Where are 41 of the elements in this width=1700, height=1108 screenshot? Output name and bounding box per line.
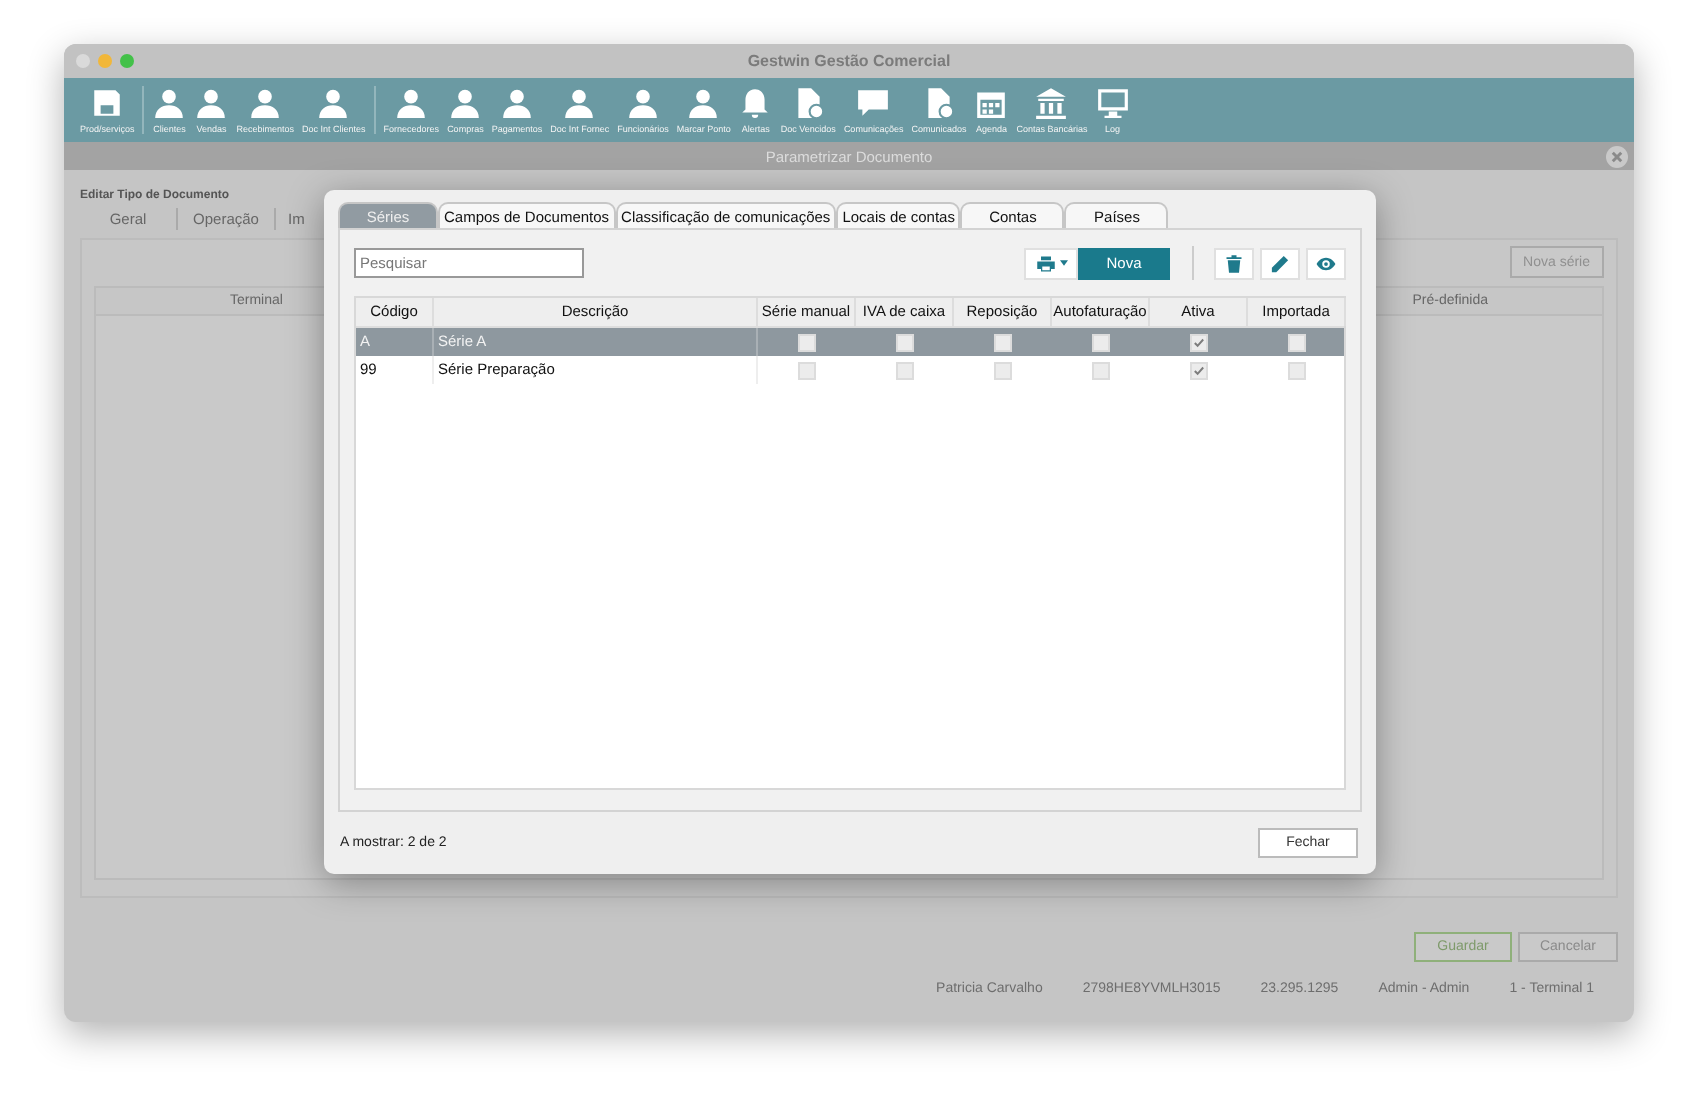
person-icon (499, 86, 534, 120)
eye-icon (1316, 253, 1336, 273)
close-window-icon[interactable] (76, 54, 90, 68)
person-icon (394, 86, 429, 120)
trash-icon (1224, 253, 1244, 273)
person-icon (562, 86, 597, 120)
calendar-icon (974, 86, 1009, 120)
person-icon (248, 86, 283, 120)
close-icon[interactable] (1606, 146, 1628, 168)
checkbox[interactable] (896, 333, 914, 351)
checkbox[interactable] (994, 333, 1012, 351)
zoom-window-icon[interactable] (120, 54, 134, 68)
checkbox[interactable] (1092, 333, 1110, 351)
checkbox[interactable] (1190, 333, 1208, 351)
person-icon (316, 86, 351, 120)
chat-icon (856, 86, 891, 120)
window-title: Gestwin Gestão Comercial (747, 52, 951, 70)
person-icon (626, 86, 660, 120)
checkbox[interactable] (798, 361, 816, 379)
checkbox[interactable] (1288, 361, 1306, 379)
checkbox[interactable] (798, 333, 816, 351)
printer-icon (1035, 253, 1055, 273)
print-button[interactable] (1024, 247, 1078, 279)
monitor-icon (1095, 86, 1130, 120)
pencil-icon (1270, 253, 1290, 273)
person-icon (686, 86, 721, 120)
checkbox[interactable] (1190, 361, 1208, 379)
person-icon (194, 86, 229, 120)
edit-button[interactable] (1260, 247, 1300, 279)
checkbox[interactable] (1092, 361, 1110, 379)
view-button[interactable] (1306, 247, 1346, 279)
checkbox[interactable] (896, 361, 914, 379)
delete-button[interactable] (1214, 247, 1254, 279)
bank-icon (1034, 86, 1069, 120)
person-icon (152, 86, 187, 120)
bell-icon (738, 86, 773, 120)
checkbox[interactable] (994, 361, 1012, 379)
save-icon (90, 86, 125, 120)
checkbox[interactable] (1288, 333, 1306, 351)
person-icon (448, 86, 483, 120)
caret-icon (1059, 260, 1067, 266)
